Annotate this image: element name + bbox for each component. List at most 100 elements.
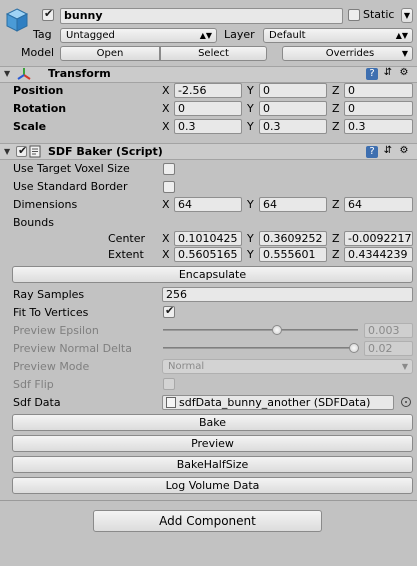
model-label: Model xyxy=(21,46,55,59)
preview-mode-label: Preview Mode xyxy=(13,360,90,373)
sdf-flip-checkbox[interactable] xyxy=(163,378,175,390)
position-label: Position xyxy=(13,84,64,97)
z-axis-label: Z xyxy=(332,120,340,133)
z-axis-label: Z xyxy=(332,84,340,97)
use-standard-border-label: Use Standard Border xyxy=(13,180,128,193)
name-field[interactable]: bunny xyxy=(60,8,343,24)
bake-button[interactable]: Bake xyxy=(12,414,413,431)
x-axis-label: X xyxy=(162,120,170,133)
dimensions-y-field[interactable]: 64 xyxy=(259,197,327,212)
rotation-y-field[interactable]: 0 xyxy=(259,101,327,116)
sdf-data-value: sdfData_bunny_another (SDFData) xyxy=(179,396,371,409)
fit-to-vertices-checkbox[interactable] xyxy=(163,304,175,318)
sdf-data-field[interactable]: sdfData_bunny_another (SDFData) xyxy=(162,395,394,410)
chevron-down-icon: ▼ xyxy=(403,11,410,20)
sdf-data-label: Sdf Data xyxy=(13,396,61,409)
use-standard-border-checkbox[interactable] xyxy=(163,181,175,193)
preview-mode-value: Normal xyxy=(168,361,205,372)
foldout-arrow-icon[interactable]: ▼ xyxy=(4,67,10,81)
log-volume-data-button[interactable]: Log Volume Data xyxy=(12,477,413,494)
y-axis-label: Y xyxy=(247,120,254,133)
position-y-field[interactable]: 0 xyxy=(259,83,327,98)
foldout-arrow-icon[interactable]: ▼ xyxy=(4,145,10,159)
scale-y-field[interactable]: 0.3 xyxy=(259,119,327,134)
preview-normal-delta-label: Preview Normal Delta xyxy=(13,342,132,355)
x-axis-label: X xyxy=(162,232,170,245)
settings-gear-icon[interactable]: ⚙ xyxy=(398,67,410,79)
preset-sliders-icon[interactable]: ⇵ xyxy=(382,145,394,157)
help-book-icon[interactable]: ? xyxy=(366,146,378,158)
add-component-button[interactable]: Add Component xyxy=(93,510,322,532)
dimensions-label: Dimensions xyxy=(13,198,78,211)
z-axis-label: Z xyxy=(332,232,340,245)
bounds-label: Bounds xyxy=(13,216,54,229)
ray-samples-field[interactable]: 256 xyxy=(162,287,413,302)
preview-normal-delta-field[interactable]: 0.02 xyxy=(364,341,413,356)
z-axis-label: Z xyxy=(332,102,340,115)
use-target-voxel-checkbox[interactable] xyxy=(163,163,175,175)
sdf-baker-enabled-checkbox[interactable] xyxy=(16,144,27,157)
settings-gear-icon[interactable]: ⚙ xyxy=(398,145,410,157)
y-axis-label: Y xyxy=(247,232,254,245)
position-x-field[interactable]: -2.56 xyxy=(174,83,242,98)
sdf-flip-label: Sdf Flip xyxy=(13,378,54,391)
extent-y-field[interactable]: 0.555601 xyxy=(259,247,327,262)
preview-normal-delta-slider-thumb[interactable] xyxy=(349,343,359,353)
center-label: Center xyxy=(108,232,146,245)
component-divider xyxy=(0,500,417,501)
preset-sliders-icon[interactable]: ⇵ xyxy=(382,67,394,79)
layer-value: Default xyxy=(269,30,306,41)
extent-x-field[interactable]: 0.5605165 xyxy=(174,247,242,262)
script-icon xyxy=(29,145,42,158)
preview-normal-delta-slider-track[interactable] xyxy=(163,347,358,349)
scale-z-field[interactable]: 0.3 xyxy=(344,119,413,134)
encapsulate-button[interactable]: Encapsulate xyxy=(12,266,413,283)
preview-epsilon-slider-thumb[interactable] xyxy=(272,325,282,335)
gameobject-cube-icon xyxy=(5,7,29,33)
preview-mode-dropdown[interactable]: Normal ▼ xyxy=(162,359,413,374)
x-axis-label: X xyxy=(162,102,170,115)
layer-dropdown[interactable]: Default ▲▼ xyxy=(263,28,413,43)
transform-title: Transform xyxy=(48,67,111,80)
tag-dropdown[interactable]: Untagged ▲▼ xyxy=(60,28,217,43)
help-book-icon[interactable]: ? xyxy=(366,68,378,80)
chevron-down-icon: ▼ xyxy=(401,362,408,371)
chevron-down-icon: ▲▼ xyxy=(395,31,408,40)
z-axis-label: Z xyxy=(332,198,340,211)
extent-z-field[interactable]: 0.4344239 xyxy=(344,247,413,262)
preview-epsilon-label: Preview Epsilon xyxy=(13,324,99,337)
dimensions-x-field[interactable]: 64 xyxy=(174,197,242,212)
model-open-button[interactable]: Open xyxy=(60,46,160,61)
sdf-baker-title: SDF Baker (Script) xyxy=(48,145,163,158)
static-dropdown[interactable]: ▼ xyxy=(401,8,413,23)
model-select-button[interactable]: Select xyxy=(160,46,267,61)
center-z-field[interactable]: -0.0092217 xyxy=(344,231,413,246)
position-z-field[interactable]: 0 xyxy=(344,83,413,98)
chevron-down-icon: ▲▼ xyxy=(199,31,212,40)
overrides-dropdown[interactable]: Overrides ▼ xyxy=(282,46,413,61)
active-checkbox[interactable] xyxy=(42,7,54,21)
rotation-z-field[interactable]: 0 xyxy=(344,101,413,116)
extent-label: Extent xyxy=(108,248,144,261)
preview-button[interactable]: Preview xyxy=(12,435,413,452)
sdf-asset-icon xyxy=(166,397,176,408)
object-picker-icon[interactable] xyxy=(401,397,411,407)
preview-epsilon-slider-track[interactable] xyxy=(163,329,358,331)
x-axis-label: X xyxy=(162,248,170,261)
x-axis-label: X xyxy=(162,198,170,211)
tag-value: Untagged xyxy=(66,30,115,41)
y-axis-label: Y xyxy=(247,248,254,261)
scale-x-field[interactable]: 0.3 xyxy=(174,119,242,134)
ray-samples-label: Ray Samples xyxy=(13,288,85,301)
use-target-voxel-label: Use Target Voxel Size xyxy=(13,162,130,175)
dimensions-z-field[interactable]: 64 xyxy=(344,197,413,212)
center-y-field[interactable]: 0.3609252 xyxy=(259,231,327,246)
bake-half-size-button[interactable]: BakeHalfSize xyxy=(12,456,413,473)
center-x-field[interactable]: 0.1010425 xyxy=(174,231,242,246)
static-checkbox[interactable] xyxy=(348,9,360,21)
rotation-x-field[interactable]: 0 xyxy=(174,101,242,116)
y-axis-label: Y xyxy=(247,84,254,97)
z-axis-label: Z xyxy=(332,248,340,261)
preview-epsilon-field[interactable]: 0.003 xyxy=(364,323,413,338)
transform-axes-icon xyxy=(17,67,31,81)
